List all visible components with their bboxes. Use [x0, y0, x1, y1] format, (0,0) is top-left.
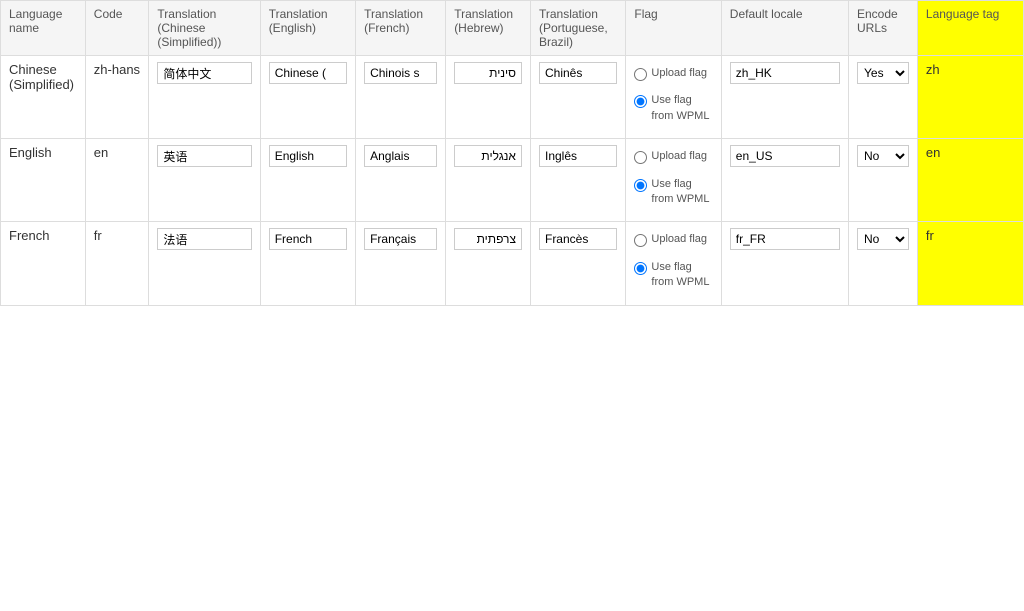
header-trans-hebrew: Translation (Hebrew) [446, 1, 531, 56]
lang-name-cell: French [1, 222, 86, 305]
header-lang-name: Language name [1, 1, 86, 56]
header-encode-urls: Encode URLs [849, 1, 918, 56]
header-code: Code [85, 1, 149, 56]
upload-flag-radio[interactable] [634, 234, 647, 247]
lang-tag-cell: zh [917, 56, 1023, 139]
default-locale-cell[interactable] [721, 222, 848, 305]
wpml-flag-radio[interactable] [634, 95, 647, 108]
lang-code-cell: fr [85, 222, 149, 305]
trans-chinese-cell[interactable] [149, 56, 260, 139]
trans-ptbr-cell[interactable] [530, 222, 625, 305]
trans-french-cell[interactable] [356, 139, 446, 222]
trans-chinese-input[interactable] [157, 228, 251, 250]
encode-urls-select[interactable]: YesNo [857, 145, 909, 167]
lang-name-cell: English [1, 139, 86, 222]
default-locale-cell[interactable] [721, 139, 848, 222]
upload-flag-label: Upload flag [651, 232, 707, 247]
trans-hebrew-input[interactable] [454, 62, 522, 84]
lang-name-cell: Chinese (Simplified) [1, 56, 86, 139]
trans-french-input[interactable] [364, 228, 437, 250]
default-locale-input[interactable] [730, 228, 840, 250]
lang-tag-value: fr [926, 228, 934, 243]
trans-french-cell[interactable] [356, 222, 446, 305]
wpml-flag-option[interactable]: Use flag from WPML [634, 173, 712, 212]
trans-english-cell[interactable] [260, 222, 355, 305]
lang-tag-value: en [926, 145, 940, 160]
wpml-flag-label: Use flag from WPML [651, 260, 712, 291]
languages-table-container: Language name Code Translation (Chinese … [0, 0, 1024, 306]
trans-ptbr-input[interactable] [539, 228, 617, 250]
trans-hebrew-input[interactable] [454, 145, 522, 167]
lang-tag-cell: en [917, 139, 1023, 222]
table-row: EnglishenUpload flagUse flag from WPMLYe… [1, 139, 1024, 222]
header-lang-tag: Language tag [917, 1, 1023, 56]
upload-flag-option[interactable]: Upload flag [634, 145, 712, 168]
trans-hebrew-cell[interactable] [446, 222, 531, 305]
header-trans-ptbr: Translation (Portuguese, Brazil) [530, 1, 625, 56]
languages-table: Language name Code Translation (Chinese … [0, 0, 1024, 306]
trans-hebrew-cell[interactable] [446, 56, 531, 139]
trans-chinese-input[interactable] [157, 62, 251, 84]
trans-ptbr-input[interactable] [539, 145, 617, 167]
trans-hebrew-cell[interactable] [446, 139, 531, 222]
encode-urls-cell[interactable]: YesNo [849, 139, 918, 222]
wpml-flag-option[interactable]: Use flag from WPML [634, 256, 712, 295]
trans-english-cell[interactable] [260, 56, 355, 139]
trans-english-input[interactable] [269, 228, 347, 250]
upload-flag-option[interactable]: Upload flag [634, 62, 712, 85]
encode-urls-cell[interactable]: YesNo [849, 222, 918, 305]
default-locale-input[interactable] [730, 62, 840, 84]
header-trans-english: Translation (English) [260, 1, 355, 56]
trans-french-input[interactable] [364, 145, 437, 167]
upload-flag-radio[interactable] [634, 151, 647, 164]
trans-chinese-input[interactable] [157, 145, 251, 167]
flag-cell: Upload flag Use flag from WPML [626, 56, 721, 139]
table-row: Chinese (Simplified)zh-hans Upload flag Us… [1, 56, 1024, 139]
default-locale-cell[interactable] [721, 56, 848, 139]
trans-french-cell[interactable] [356, 56, 446, 139]
upload-flag-label: Upload flag [651, 66, 707, 81]
lang-code-cell: zh-hans [85, 56, 149, 139]
wpml-flag-option[interactable]: Use flag from WPML [634, 89, 712, 128]
default-locale-input[interactable] [730, 145, 840, 167]
header-trans-french: Translation (French) [356, 1, 446, 56]
trans-ptbr-cell[interactable] [530, 56, 625, 139]
header-trans-chinese: Translation (Chinese (Simplified)) [149, 1, 260, 56]
encode-urls-select[interactable]: YesNo [857, 228, 909, 250]
wpml-flag-radio[interactable] [634, 179, 647, 192]
upload-flag-radio[interactable] [634, 68, 647, 81]
encode-urls-select[interactable]: YesNo [857, 62, 909, 84]
lang-tag-value: zh [926, 62, 940, 77]
trans-ptbr-input[interactable] [539, 62, 617, 84]
trans-ptbr-cell[interactable] [530, 139, 625, 222]
trans-chinese-cell[interactable] [149, 139, 260, 222]
wpml-flag-label: Use flag from WPML [651, 177, 712, 208]
flag-cell: Upload flag Use flag from WPML [626, 222, 721, 305]
trans-english-cell[interactable] [260, 139, 355, 222]
lang-code-cell: en [85, 139, 149, 222]
table-row: FrenchfrUpload flagUse flag from WPMLYes… [1, 222, 1024, 305]
trans-french-input[interactable] [364, 62, 437, 84]
wpml-flag-label: Use flag from WPML [651, 93, 712, 124]
header-default-locale: Default locale [721, 1, 848, 56]
trans-english-input[interactable] [269, 145, 347, 167]
flag-cell: Upload flag Use flag from WPML [626, 139, 721, 222]
upload-flag-option[interactable]: Upload flag [634, 228, 712, 251]
trans-chinese-cell[interactable] [149, 222, 260, 305]
upload-flag-label: Upload flag [651, 149, 707, 164]
header-flag: Flag [626, 1, 721, 56]
trans-hebrew-input[interactable] [454, 228, 522, 250]
encode-urls-cell[interactable]: YesNo [849, 56, 918, 139]
trans-english-input[interactable] [269, 62, 347, 84]
wpml-flag-radio[interactable] [634, 262, 647, 275]
lang-tag-cell: fr [917, 222, 1023, 305]
